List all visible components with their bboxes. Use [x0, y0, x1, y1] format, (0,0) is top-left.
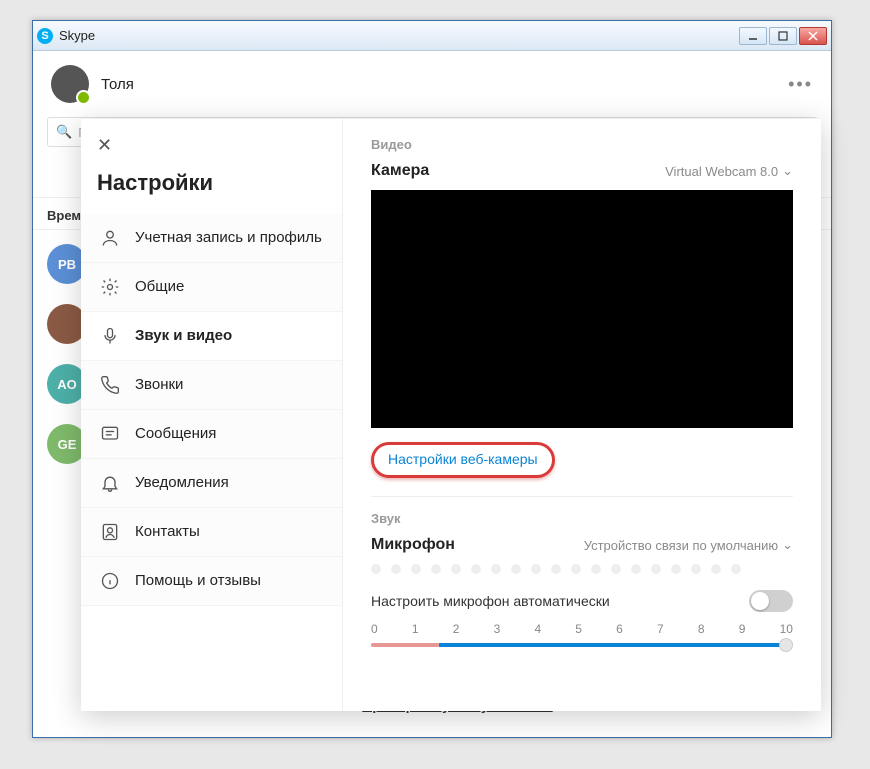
maximize-button[interactable]	[769, 27, 797, 45]
microphone-level-meter	[371, 564, 793, 574]
video-section-label: Видео	[371, 137, 793, 152]
nav-notifications[interactable]: Уведомления	[81, 459, 342, 508]
auto-mic-label: Настроить микрофон автоматически	[371, 593, 610, 609]
level-dot	[511, 564, 521, 574]
nav-calls[interactable]: Звонки	[81, 361, 342, 410]
level-dot	[631, 564, 641, 574]
scale-tick: 7	[657, 622, 664, 636]
microphone-device-value: Устройство связи по умолчанию	[584, 538, 778, 553]
nav-general[interactable]: Общие	[81, 263, 342, 312]
skype-logo-icon: S	[37, 28, 53, 44]
level-dot	[471, 564, 481, 574]
scale-tick: 1	[412, 622, 419, 636]
level-dot	[531, 564, 541, 574]
level-dot	[391, 564, 401, 574]
nav-label: Общие	[135, 278, 184, 297]
camera-select[interactable]: Virtual Webcam 8.0 ⌄	[665, 163, 793, 179]
camera-label: Камера	[371, 162, 429, 180]
search-icon: 🔍	[56, 124, 72, 140]
nav-label: Уведомления	[135, 474, 229, 493]
slider-knob[interactable]	[779, 638, 793, 652]
microphone-label: Микрофон	[371, 536, 455, 554]
settings-title: Настройки	[81, 156, 342, 214]
slider-fill	[439, 643, 785, 647]
scale-tick: 0	[371, 622, 378, 636]
nav-account-profile[interactable]: Учетная запись и профиль	[81, 214, 342, 263]
auto-mic-row: Настроить микрофон автоматически	[371, 590, 793, 612]
auto-mic-toggle[interactable]	[749, 590, 793, 612]
contacts-icon	[99, 521, 121, 543]
volume-slider[interactable]	[371, 638, 793, 652]
webcam-settings-block: Настройки веб-камеры	[371, 442, 793, 478]
nav-help-feedback[interactable]: Помощь и отзывы	[81, 557, 342, 606]
nav-label: Звук и видео	[135, 327, 232, 346]
nav-audio-video[interactable]: Звук и видео	[81, 312, 342, 361]
window-buttons	[739, 27, 827, 45]
level-dot	[711, 564, 721, 574]
scale-tick: 6	[616, 622, 623, 636]
level-dot	[571, 564, 581, 574]
username[interactable]: Толя	[101, 76, 776, 93]
audio-section-label: Звук	[371, 511, 793, 526]
titlebar: S Skype	[33, 21, 831, 51]
chevron-down-icon: ⌄	[782, 163, 793, 179]
scale-tick: 4	[534, 622, 541, 636]
scale-tick: 5	[575, 622, 582, 636]
nav-label: Контакты	[135, 523, 200, 542]
microphone-select[interactable]: Устройство связи по умолчанию ⌄	[584, 537, 793, 553]
level-dot	[731, 564, 741, 574]
profile-header: Толя •••	[33, 51, 831, 111]
slider-fill-low	[371, 643, 439, 647]
avatar[interactable]	[51, 65, 89, 103]
close-settings-button[interactable]: ✕	[81, 127, 342, 156]
app-window: S Skype Толя ••• 🔍 П Чат Время PBAOGE Не…	[32, 20, 832, 738]
camera-device-value: Virtual Webcam 8.0	[665, 164, 778, 179]
level-dot	[591, 564, 601, 574]
level-dot	[551, 564, 561, 574]
phone-icon	[99, 374, 121, 396]
settings-dialog: ✕ Настройки Учетная запись и профиль Общ…	[81, 119, 821, 711]
scale-tick: 10	[780, 622, 793, 636]
level-dot	[371, 564, 381, 574]
chevron-down-icon: ⌄	[782, 537, 793, 553]
microphone-icon	[99, 325, 121, 347]
level-dot	[651, 564, 661, 574]
level-dot	[691, 564, 701, 574]
level-dot	[411, 564, 421, 574]
highlight-ring: Настройки веб-камеры	[371, 442, 555, 478]
divider	[371, 496, 793, 497]
window-title: Skype	[59, 28, 739, 43]
more-icon[interactable]: •••	[788, 74, 813, 95]
nav-label: Учетная запись и профиль	[135, 229, 322, 248]
bell-icon	[99, 472, 121, 494]
level-dot	[451, 564, 461, 574]
nav-label: Помощь и отзывы	[135, 572, 261, 591]
scale-tick: 2	[453, 622, 460, 636]
level-dot	[491, 564, 501, 574]
info-icon	[99, 570, 121, 592]
camera-row: Камера Virtual Webcam 8.0 ⌄	[371, 162, 793, 180]
nav-contacts[interactable]: Контакты	[81, 508, 342, 557]
gear-icon	[99, 276, 121, 298]
microphone-row: Микрофон Устройство связи по умолчанию ⌄	[371, 536, 793, 554]
level-dot	[671, 564, 681, 574]
level-dot	[431, 564, 441, 574]
scale-tick: 8	[698, 622, 705, 636]
nav-messages[interactable]: Сообщения	[81, 410, 342, 459]
minimize-button[interactable]	[739, 27, 767, 45]
settings-sidebar: ✕ Настройки Учетная запись и профиль Общ…	[81, 119, 343, 711]
scale-tick: 3	[494, 622, 501, 636]
camera-preview	[371, 190, 793, 428]
nav-label: Звонки	[135, 376, 183, 395]
scale-tick: 9	[739, 622, 746, 636]
volume-scale: 0 1 2 3 4 5 6 7 8 9 10	[371, 622, 793, 636]
person-icon	[99, 227, 121, 249]
level-dot	[611, 564, 621, 574]
message-icon	[99, 423, 121, 445]
close-window-button[interactable]	[799, 27, 827, 45]
settings-content: Видео Камера Virtual Webcam 8.0 ⌄ Настро…	[343, 119, 821, 711]
nav-label: Сообщения	[135, 425, 216, 444]
webcam-settings-link[interactable]: Настройки веб-камеры	[388, 451, 538, 467]
